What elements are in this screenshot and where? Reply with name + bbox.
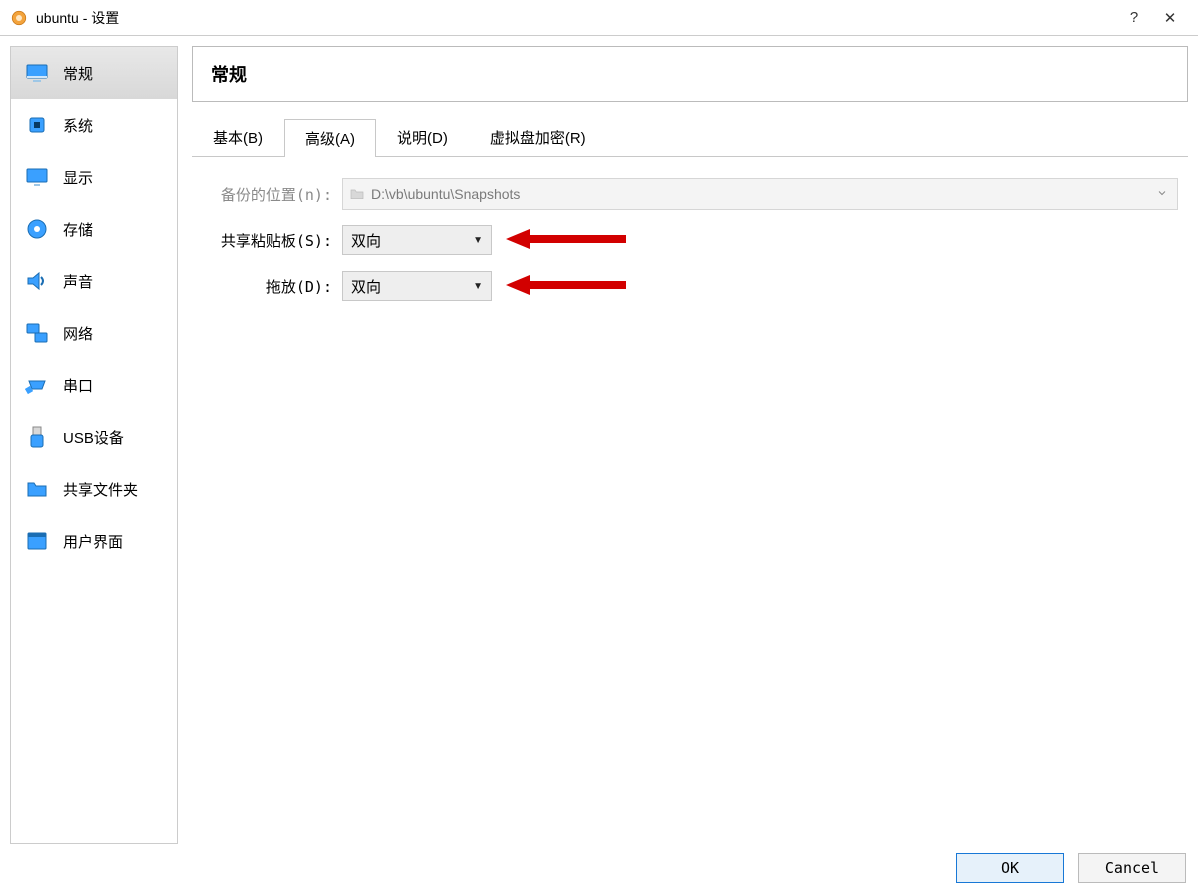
row-clipboard: 共享粘贴板(S): 双向 ▼: [192, 217, 1178, 263]
clipboard-label: 共享粘贴板(S):: [192, 230, 332, 251]
tab-description[interactable]: 说明(D): [376, 118, 469, 156]
sidebar-item-display[interactable]: 显示: [11, 151, 177, 203]
sidebar-item-general[interactable]: 常规: [11, 47, 177, 99]
chip-icon: [25, 113, 49, 137]
sidebar-item-label: 声音: [63, 271, 93, 292]
client-area: 常规 系统 显示 存储 声音: [0, 36, 1198, 844]
footer: OK Cancel: [0, 844, 1198, 892]
snapshot-label: 备份的位置(n):: [192, 184, 332, 205]
clipboard-select[interactable]: 双向 ▼: [342, 225, 492, 255]
monitor-icon: [25, 61, 49, 85]
page-title: 常规: [211, 61, 1169, 87]
sidebar: 常规 系统 显示 存储 声音: [10, 46, 178, 844]
sidebar-item-storage[interactable]: 存储: [11, 203, 177, 255]
disk-icon: [25, 217, 49, 241]
tab-encryption[interactable]: 虚拟盘加密(R): [469, 118, 607, 156]
content: 常规 基本(B) 高级(A) 说明(D) 虚拟盘加密(R) 备份的位置(n): …: [192, 46, 1188, 844]
page-header: 常规: [192, 46, 1188, 102]
display-icon: [25, 165, 49, 189]
tab-advanced[interactable]: 高级(A): [284, 119, 376, 157]
folder-icon: [343, 186, 371, 202]
window-icon: [25, 529, 49, 553]
sidebar-item-system[interactable]: 系统: [11, 99, 177, 151]
row-snapshot: 备份的位置(n): D:\vb\ubuntu\Snapshots: [192, 171, 1178, 217]
titlebar: ubuntu - 设置 ? ✕: [0, 0, 1198, 36]
close-button[interactable]: ✕: [1152, 3, 1188, 33]
dropdown-icon: ▼: [473, 235, 483, 246]
tab-basic[interactable]: 基本(B): [192, 118, 284, 156]
annotation-arrow: [506, 273, 626, 300]
dragdrop-select[interactable]: 双向 ▼: [342, 271, 492, 301]
sidebar-item-label: 系统: [63, 115, 93, 136]
row-dragdrop: 拖放(D): 双向 ▼: [192, 263, 1178, 309]
sidebar-item-network[interactable]: 网络: [11, 307, 177, 359]
sidebar-item-audio[interactable]: 声音: [11, 255, 177, 307]
sidebar-item-label: 显示: [63, 167, 93, 188]
form: 备份的位置(n): D:\vb\ubuntu\Snapshots 共享粘贴板(S…: [192, 157, 1188, 309]
network-icon: [25, 321, 49, 345]
sidebar-item-ui[interactable]: 用户界面: [11, 515, 177, 567]
annotation-arrow: [506, 227, 626, 254]
sidebar-item-label: 串口: [63, 375, 93, 396]
dragdrop-value: 双向: [351, 276, 473, 297]
ok-button[interactable]: OK: [956, 853, 1064, 883]
sidebar-item-label: 用户界面: [63, 531, 123, 552]
folder-icon: [25, 477, 49, 501]
serial-icon: [25, 373, 49, 397]
snapshot-path-field[interactable]: D:\vb\ubuntu\Snapshots: [342, 178, 1178, 210]
tabs: 基本(B) 高级(A) 说明(D) 虚拟盘加密(R): [192, 118, 1188, 157]
sidebar-item-serial[interactable]: 串口: [11, 359, 177, 411]
clipboard-value: 双向: [351, 230, 473, 251]
usb-icon: [25, 425, 49, 449]
dragdrop-label: 拖放(D):: [192, 276, 332, 297]
sidebar-item-label: 网络: [63, 323, 93, 344]
sidebar-item-usb[interactable]: USB设备: [11, 411, 177, 463]
chevron-down-icon[interactable]: [1147, 186, 1177, 202]
sidebar-item-label: USB设备: [63, 427, 124, 448]
window-title: ubuntu - 设置: [36, 8, 1116, 28]
help-button[interactable]: ?: [1116, 3, 1152, 33]
cancel-button[interactable]: Cancel: [1078, 853, 1186, 883]
speaker-icon: [25, 269, 49, 293]
sidebar-item-label: 存储: [63, 219, 93, 240]
sidebar-item-label: 常规: [63, 63, 93, 84]
gear-icon: [10, 9, 28, 27]
dropdown-icon: ▼: [473, 281, 483, 292]
sidebar-item-label: 共享文件夹: [63, 479, 138, 500]
snapshot-path-value: D:\vb\ubuntu\Snapshots: [371, 186, 1147, 202]
sidebar-item-shared[interactable]: 共享文件夹: [11, 463, 177, 515]
